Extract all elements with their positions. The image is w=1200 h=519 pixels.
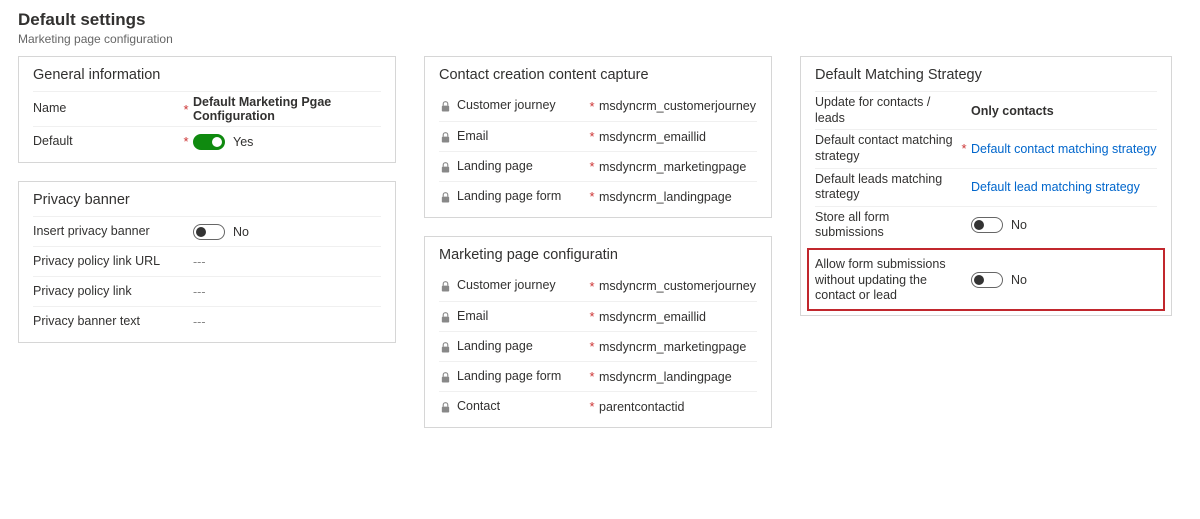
marketing-page-config-card: Marketing page configuratin Customer jou… — [424, 236, 772, 428]
field-label: Default — [33, 134, 73, 150]
mpconfig-row-1: Email *msdyncrm_emaillid — [439, 301, 757, 331]
field-label: Privacy policy link URL — [33, 254, 160, 270]
field-label: Landing page form — [457, 189, 561, 205]
field-default-lead-matching: Default leads matching strategy Default … — [815, 168, 1157, 206]
field-value-link[interactable]: Default contact matching strategy — [971, 142, 1157, 156]
field-default-contact-matching: Default contact matching strategy * Defa… — [815, 129, 1157, 167]
field-label: Contact — [457, 399, 500, 415]
field-name: Name * Default Marketing Pgae Configurat… — [33, 91, 381, 126]
required-asterisk: * — [585, 159, 599, 174]
toggle-label: Yes — [233, 135, 253, 149]
capture-row-0: Customer journey *msdyncrm_customerjourne… — [439, 91, 757, 121]
field-allow-submissions-no-update: Allow form submissions without updating … — [815, 254, 1157, 307]
field-privacy-link: Privacy policy link --- — [33, 276, 381, 306]
capture-row-1: Email *msdyncrm_emaillid — [439, 121, 757, 151]
required-asterisk: * — [585, 399, 599, 414]
lock-icon — [439, 160, 451, 174]
field-value[interactable]: --- — [193, 255, 206, 269]
required-asterisk: * — [179, 134, 193, 149]
required-asterisk: * — [585, 129, 599, 144]
field-label: Landing page — [457, 159, 533, 175]
page-subtitle: Marketing page configuration — [18, 32, 1182, 46]
field-label: Insert privacy banner — [33, 224, 150, 240]
field-label: Customer journey — [457, 278, 556, 294]
mpconfig-row-0: Customer journey *msdyncrm_customerjourne… — [439, 271, 757, 301]
mpconfig-row-3: Landing page form *msdyncrm_landingpage — [439, 361, 757, 391]
field-value[interactable]: Default Marketing Pgae Configuration — [193, 95, 381, 123]
field-value[interactable]: msdyncrm_marketingpage — [599, 160, 746, 174]
field-update-contacts-leads: Update for contacts / leads Only contact… — [815, 91, 1157, 129]
lock-icon — [439, 190, 451, 204]
lock-icon — [439, 370, 451, 384]
field-value-link[interactable]: Default lead matching strategy — [971, 180, 1140, 194]
field-value[interactable]: --- — [193, 315, 206, 329]
required-asterisk: * — [179, 102, 193, 117]
required-asterisk: * — [957, 141, 971, 156]
card-title: Privacy banner — [33, 190, 381, 210]
card-title: Default Matching Strategy — [815, 65, 1157, 85]
field-value[interactable]: msdyncrm_landingpage — [599, 370, 732, 384]
required-asterisk: * — [585, 309, 599, 324]
card-title: Marketing page configuratin — [439, 245, 757, 265]
field-insert-privacy-banner: Insert privacy banner No — [33, 216, 381, 246]
mpconfig-row-2: Landing page *msdyncrm_marketingpage — [439, 331, 757, 361]
mpconfig-row-4: Contact *parentcontactid — [439, 391, 757, 421]
field-value[interactable]: --- — [193, 285, 206, 299]
lock-icon — [439, 130, 451, 144]
field-label: Store all form submissions — [815, 210, 957, 241]
capture-row-2: Landing page *msdyncrm_marketingpage — [439, 151, 757, 181]
field-value[interactable]: msdyncrm_emaillid — [599, 130, 706, 144]
field-label: Update for contacts / leads — [815, 95, 957, 126]
field-label: Default leads matching strategy — [815, 172, 957, 203]
general-information-card: General information Name * Default Marke… — [18, 56, 396, 163]
allow-submissions-toggle[interactable] — [971, 272, 1003, 288]
lock-icon — [439, 340, 451, 354]
field-label: Privacy banner text — [33, 314, 140, 330]
field-label: Landing page — [457, 339, 533, 355]
field-value[interactable]: msdyncrm_emaillid — [599, 310, 706, 324]
field-label: Customer journey — [457, 98, 556, 114]
lock-icon — [439, 279, 451, 293]
field-label: Email — [457, 309, 488, 325]
field-default: Default * Yes — [33, 126, 381, 156]
field-label: Landing page form — [457, 369, 561, 385]
field-privacy-banner-text: Privacy banner text --- — [33, 306, 381, 336]
field-label: Name — [33, 101, 66, 117]
required-asterisk: * — [585, 369, 599, 384]
field-value[interactable]: msdyncrm_customerjourney — [599, 279, 756, 293]
required-asterisk: * — [585, 189, 599, 204]
field-value[interactable]: msdyncrm_landingpage — [599, 190, 732, 204]
toggle-label: No — [1011, 218, 1027, 232]
contact-capture-card: Contact creation content capture Custome… — [424, 56, 772, 218]
default-toggle[interactable] — [193, 134, 225, 150]
toggle-label: No — [233, 225, 249, 239]
capture-row-3: Landing page form *msdyncrm_landingpage — [439, 181, 757, 211]
field-label: Email — [457, 129, 488, 145]
lock-icon — [439, 310, 451, 324]
field-label: Privacy policy link — [33, 284, 132, 300]
field-label: Default contact matching strategy — [815, 133, 957, 164]
insert-privacy-toggle[interactable] — [193, 224, 225, 240]
required-asterisk: * — [585, 99, 599, 114]
field-value[interactable]: msdyncrm_marketingpage — [599, 340, 746, 354]
highlight-box: Allow form submissions without updating … — [807, 248, 1165, 311]
field-value[interactable]: parentcontactid — [599, 400, 684, 414]
field-value[interactable]: Only contacts — [971, 104, 1054, 118]
store-submissions-toggle[interactable] — [971, 217, 1003, 233]
matching-strategy-card: Default Matching Strategy Update for con… — [800, 56, 1172, 316]
field-label: Allow form submissions without updating … — [815, 257, 957, 304]
toggle-label: No — [1011, 273, 1027, 287]
lock-icon — [439, 400, 451, 414]
field-privacy-link-url: Privacy policy link URL --- — [33, 246, 381, 276]
required-asterisk: * — [585, 279, 599, 294]
page-title: Default settings — [18, 10, 1182, 30]
card-title: General information — [33, 65, 381, 85]
field-store-all-submissions: Store all form submissions No — [815, 206, 1157, 244]
lock-icon — [439, 99, 451, 113]
field-value[interactable]: msdyncrm_customerjourney — [599, 99, 756, 113]
required-asterisk: * — [585, 339, 599, 354]
privacy-banner-card: Privacy banner Insert privacy banner No … — [18, 181, 396, 343]
card-title: Contact creation content capture — [439, 65, 757, 85]
required-asterisk — [179, 224, 193, 239]
